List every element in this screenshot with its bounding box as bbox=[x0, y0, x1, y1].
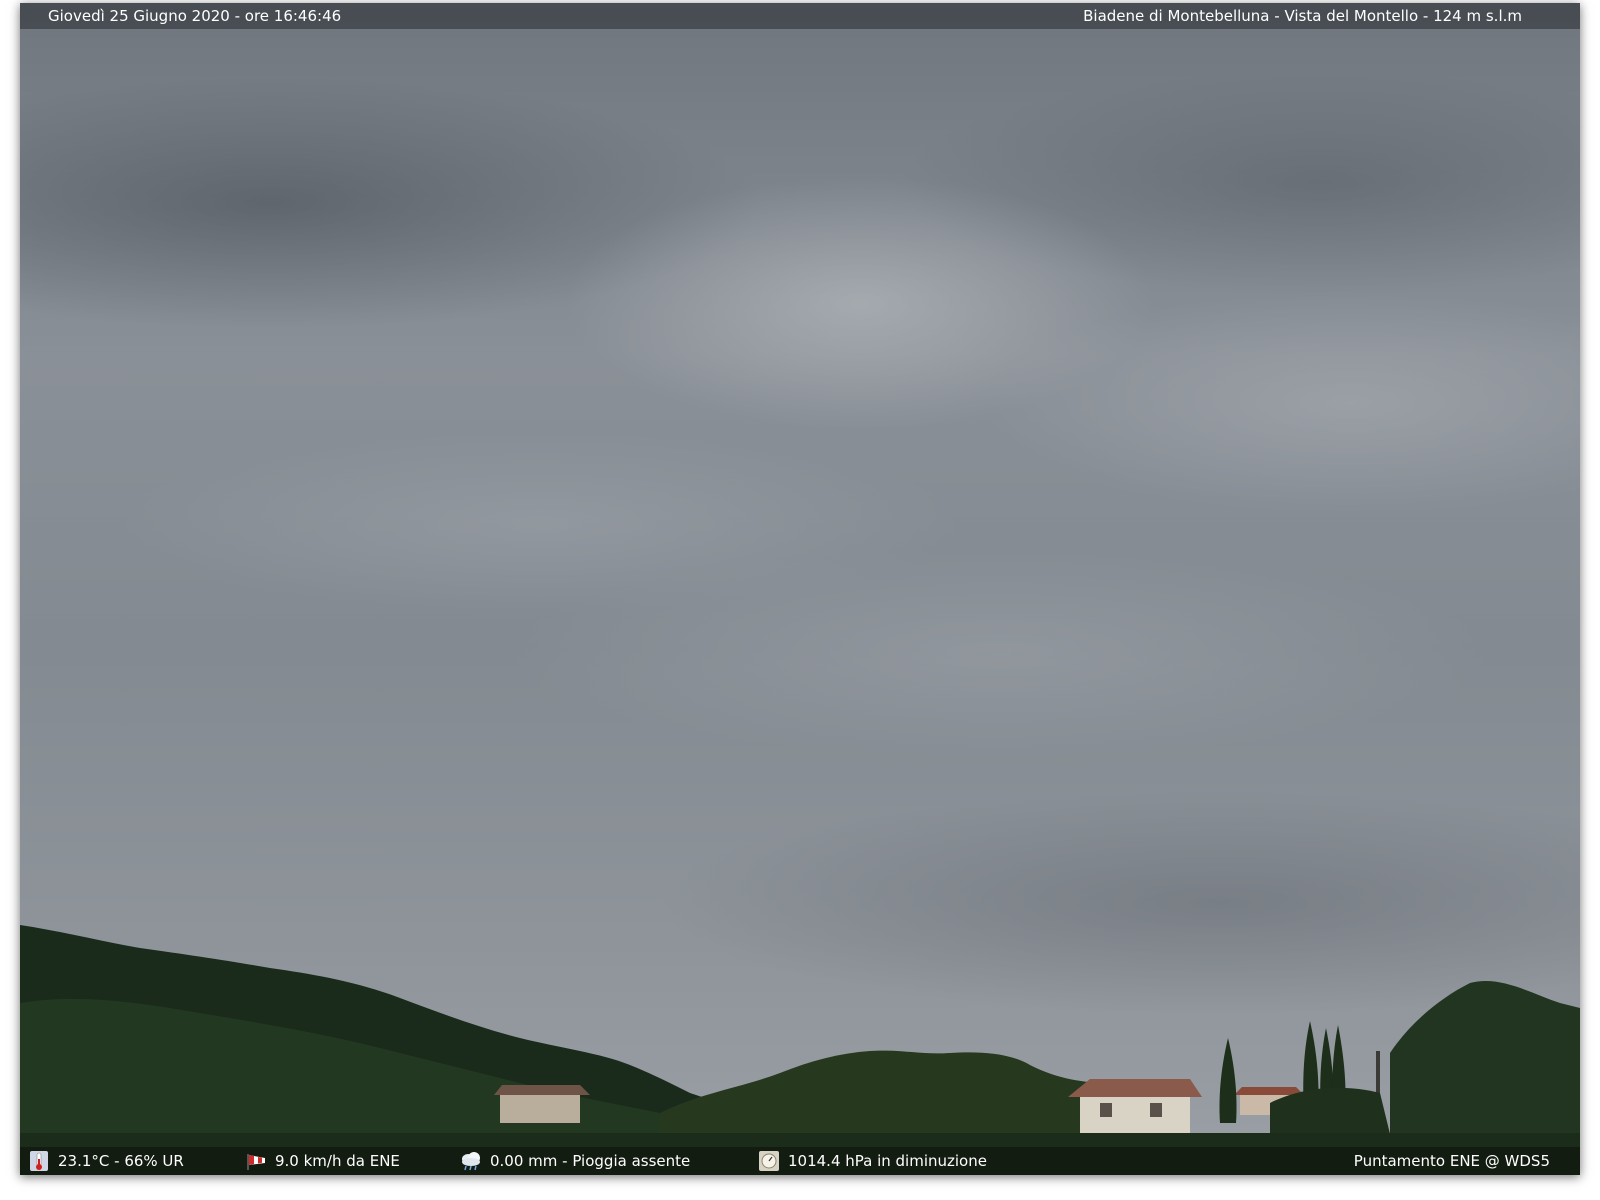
windsock-icon bbox=[247, 1154, 265, 1170]
header-bar: Giovedì 25 Giugno 2020 - ore 16:46:46 Bi… bbox=[20, 3, 1580, 29]
location-caption: Biadene di Montebelluna - Vista del Mont… bbox=[1083, 7, 1522, 25]
weather-bar: 23.1°C - 66% UR 9.0 km/h da ENE 0.00 mm … bbox=[20, 1147, 1580, 1175]
wind-stat: 9.0 km/h da ENE bbox=[245, 1147, 400, 1175]
pressure-reading: 1014.4 hPa in diminuzione bbox=[788, 1152, 987, 1170]
temperature-stat: 23.1°C - 66% UR bbox=[28, 1147, 184, 1175]
thermometer-icon bbox=[30, 1151, 48, 1171]
cypress-1 bbox=[1219, 1038, 1237, 1123]
webcam-frame: Giovedì 25 Giugno 2020 - ore 16:46:46 Bi… bbox=[20, 3, 1580, 1175]
house-left bbox=[500, 1093, 580, 1123]
landscape bbox=[20, 925, 1580, 1175]
capture-datetime: Giovedì 25 Giugno 2020 - ore 16:46:46 bbox=[48, 7, 342, 25]
temperature-humidity: 23.1°C - 66% UR bbox=[58, 1152, 184, 1170]
camera-pointing: Puntamento ENE @ WDS5 bbox=[1353, 1152, 1550, 1170]
pressure-stat: 1014.4 hPa in diminuzione bbox=[758, 1147, 987, 1175]
rain-stat: 0.00 mm - Pioggia assente bbox=[460, 1147, 690, 1175]
rain-cloud-icon bbox=[462, 1152, 480, 1171]
barometer-icon bbox=[759, 1151, 779, 1171]
wind-reading: 9.0 km/h da ENE bbox=[275, 1152, 400, 1170]
rain-reading: 0.00 mm - Pioggia assente bbox=[490, 1152, 691, 1170]
